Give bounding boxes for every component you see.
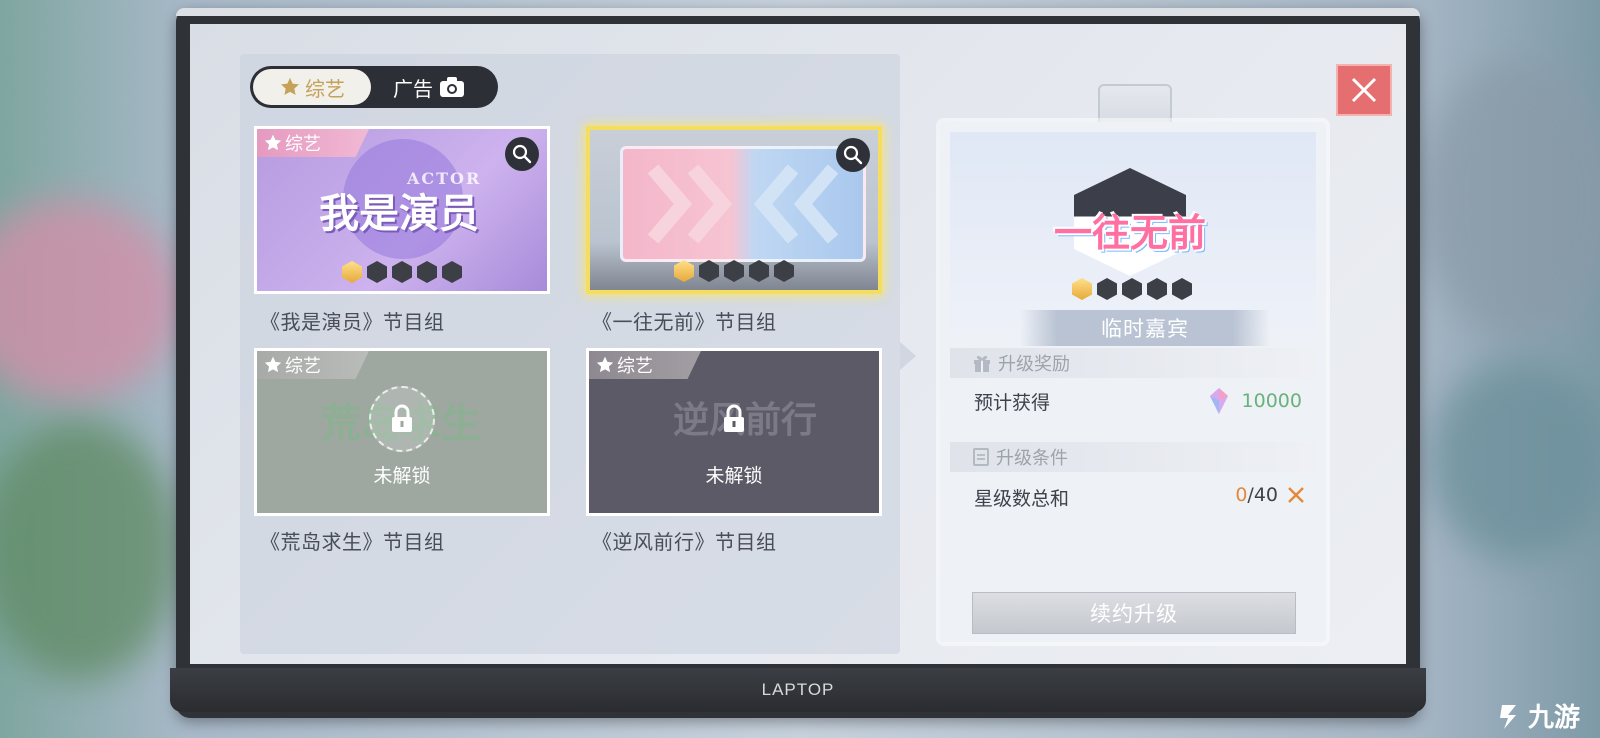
program-label: 《我是演员》节目组 [260, 310, 445, 334]
site-watermark: 九游 [1494, 697, 1580, 734]
rank-stars [342, 261, 462, 283]
program-logo: 我是演员 [319, 190, 479, 237]
rank-stars [674, 260, 794, 282]
laptop-base: LAPTOP [170, 668, 1426, 712]
selection-pointer [900, 342, 916, 370]
reward-section-header: 升级奖励 [950, 348, 1316, 378]
program-logo-frame [620, 146, 866, 262]
star-icon [281, 77, 299, 95]
tab-variety-label: 综艺 [305, 76, 345, 101]
star-filled [342, 261, 362, 283]
star-empty [1147, 278, 1167, 300]
x-mark-icon [1288, 487, 1304, 503]
laptop-brand: LAPTOP [761, 680, 835, 699]
program-card-island[interactable]: 荒岛求生 综艺 未解锁 [254, 348, 550, 516]
condition-section-title: 升级条件 [996, 448, 1068, 469]
star-empty [417, 261, 437, 283]
gift-icon [974, 355, 990, 372]
lock-badge [703, 388, 765, 450]
star-icon [264, 356, 282, 373]
star-filled [674, 260, 694, 282]
star-empty [1122, 278, 1142, 300]
tab-variety[interactable]: 综艺 [253, 69, 371, 105]
close-icon [1351, 77, 1377, 103]
document-icon [973, 448, 989, 466]
variety-tag: 综艺 [257, 129, 369, 157]
star-empty [1172, 278, 1192, 300]
star-icon [264, 134, 282, 151]
rank-title: 临时嘉宾 [1020, 310, 1270, 346]
reward-value-row: 10000 [1204, 386, 1302, 416]
locked-text: 未解锁 [705, 465, 763, 487]
star-empty [1097, 278, 1117, 300]
star-empty [724, 260, 744, 282]
background-scenery [0, 420, 180, 680]
star-empty [367, 261, 387, 283]
program-detail-panel: 一往无前 临时嘉宾 升级奖励 预计获得 10000 升级条件 星级数总和 0 /… [940, 122, 1326, 642]
background-scenery [1430, 360, 1600, 560]
reward-value: 10000 [1241, 390, 1302, 412]
variety-tag-label: 综艺 [285, 356, 321, 377]
laptop-bezel [176, 8, 1420, 16]
star-empty [442, 261, 462, 283]
lock-icon [392, 404, 412, 433]
detail-header: 一往无前 临时嘉宾 [950, 132, 1316, 346]
chevron-pattern [647, 164, 839, 244]
star-empty [774, 260, 794, 282]
program-card-actor[interactable]: 我是演员 ACTOR 综艺 [254, 126, 550, 294]
star-filled [1072, 278, 1092, 300]
background-scenery [1420, 60, 1600, 340]
lock-icon [724, 404, 744, 433]
crystal-icon [1209, 388, 1228, 414]
program-label: 《荒岛求生》节目组 [260, 530, 445, 554]
laptop-screen: 综艺 广告 我是演员 ACTOR 综艺 《我是演员》节目组 《一往无前》节目组 … [190, 24, 1406, 664]
condition-label: 星级数总和 [974, 488, 1070, 510]
variety-tag: 综艺 [257, 351, 369, 379]
search-button[interactable] [836, 138, 870, 172]
detail-logo: 一往无前 [1054, 210, 1207, 255]
program-label: 《一往无前》节目组 [592, 310, 777, 334]
program-logo-sub: ACTOR [407, 169, 482, 188]
background-scenery [0, 200, 180, 400]
reward-section-title: 升级奖励 [998, 354, 1070, 375]
close-button[interactable] [1336, 64, 1392, 116]
renew-upgrade-button[interactable]: 续约升级 [972, 592, 1296, 634]
search-icon [843, 145, 863, 165]
variety-tag-label: 综艺 [285, 134, 321, 155]
condition-current: 0 [1235, 484, 1248, 506]
search-button[interactable] [505, 137, 539, 171]
lock-badge [369, 386, 435, 453]
tab-ads[interactable]: 广告 [371, 69, 491, 105]
laptop-frame: 综艺 广告 我是演员 ACTOR 综艺 《我是演员》节目组 《一往无前》节目组 … [170, 8, 1426, 718]
reward-label: 预计获得 [974, 392, 1051, 414]
tab-ads-label: 广告 [393, 76, 433, 101]
search-icon [512, 144, 532, 164]
program-card-forward[interactable] [586, 126, 882, 294]
program-label: 《逆风前行》节目组 [592, 530, 777, 554]
watermark-text: 九游 [1527, 703, 1580, 733]
program-list-panel: 综艺 广告 我是演员 ACTOR 综艺 《我是演员》节目组 《一往无前》节目组 … [240, 54, 900, 654]
program-card-headwind[interactable]: 逆风前行 综艺 未解锁 [586, 348, 882, 516]
variety-tag: 综艺 [589, 351, 701, 379]
camera-icon [440, 77, 464, 97]
locked-text: 未解锁 [373, 465, 431, 487]
variety-tag-label: 综艺 [617, 356, 653, 377]
star-empty [749, 260, 769, 282]
category-tabs: 综艺 广告 [250, 66, 498, 108]
detail-rank-stars [1072, 278, 1192, 300]
star-empty [392, 261, 412, 283]
logo-icon [1499, 704, 1516, 729]
star-icon [596, 356, 614, 373]
condition-target: /40 [1247, 484, 1278, 506]
condition-value-row: 0 /40 [1235, 484, 1306, 506]
condition-section-header: 升级条件 [950, 442, 1316, 472]
star-empty [699, 260, 719, 282]
